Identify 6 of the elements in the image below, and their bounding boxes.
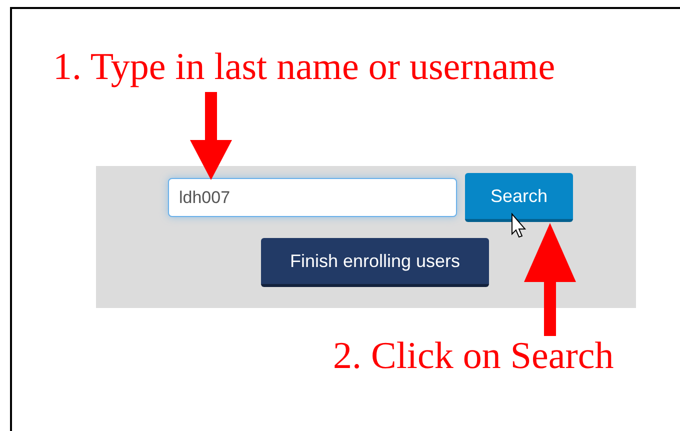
cursor-icon xyxy=(512,212,526,238)
search-field[interactable]: ldh007 xyxy=(168,178,457,217)
finish-button[interactable]: Finish enrolling users xyxy=(261,238,489,287)
search-button[interactable]: Search xyxy=(465,173,573,222)
instruction-text: 2. Click on Search xyxy=(333,334,614,378)
instruction-text: 1. Type in last name or username xyxy=(53,45,556,89)
